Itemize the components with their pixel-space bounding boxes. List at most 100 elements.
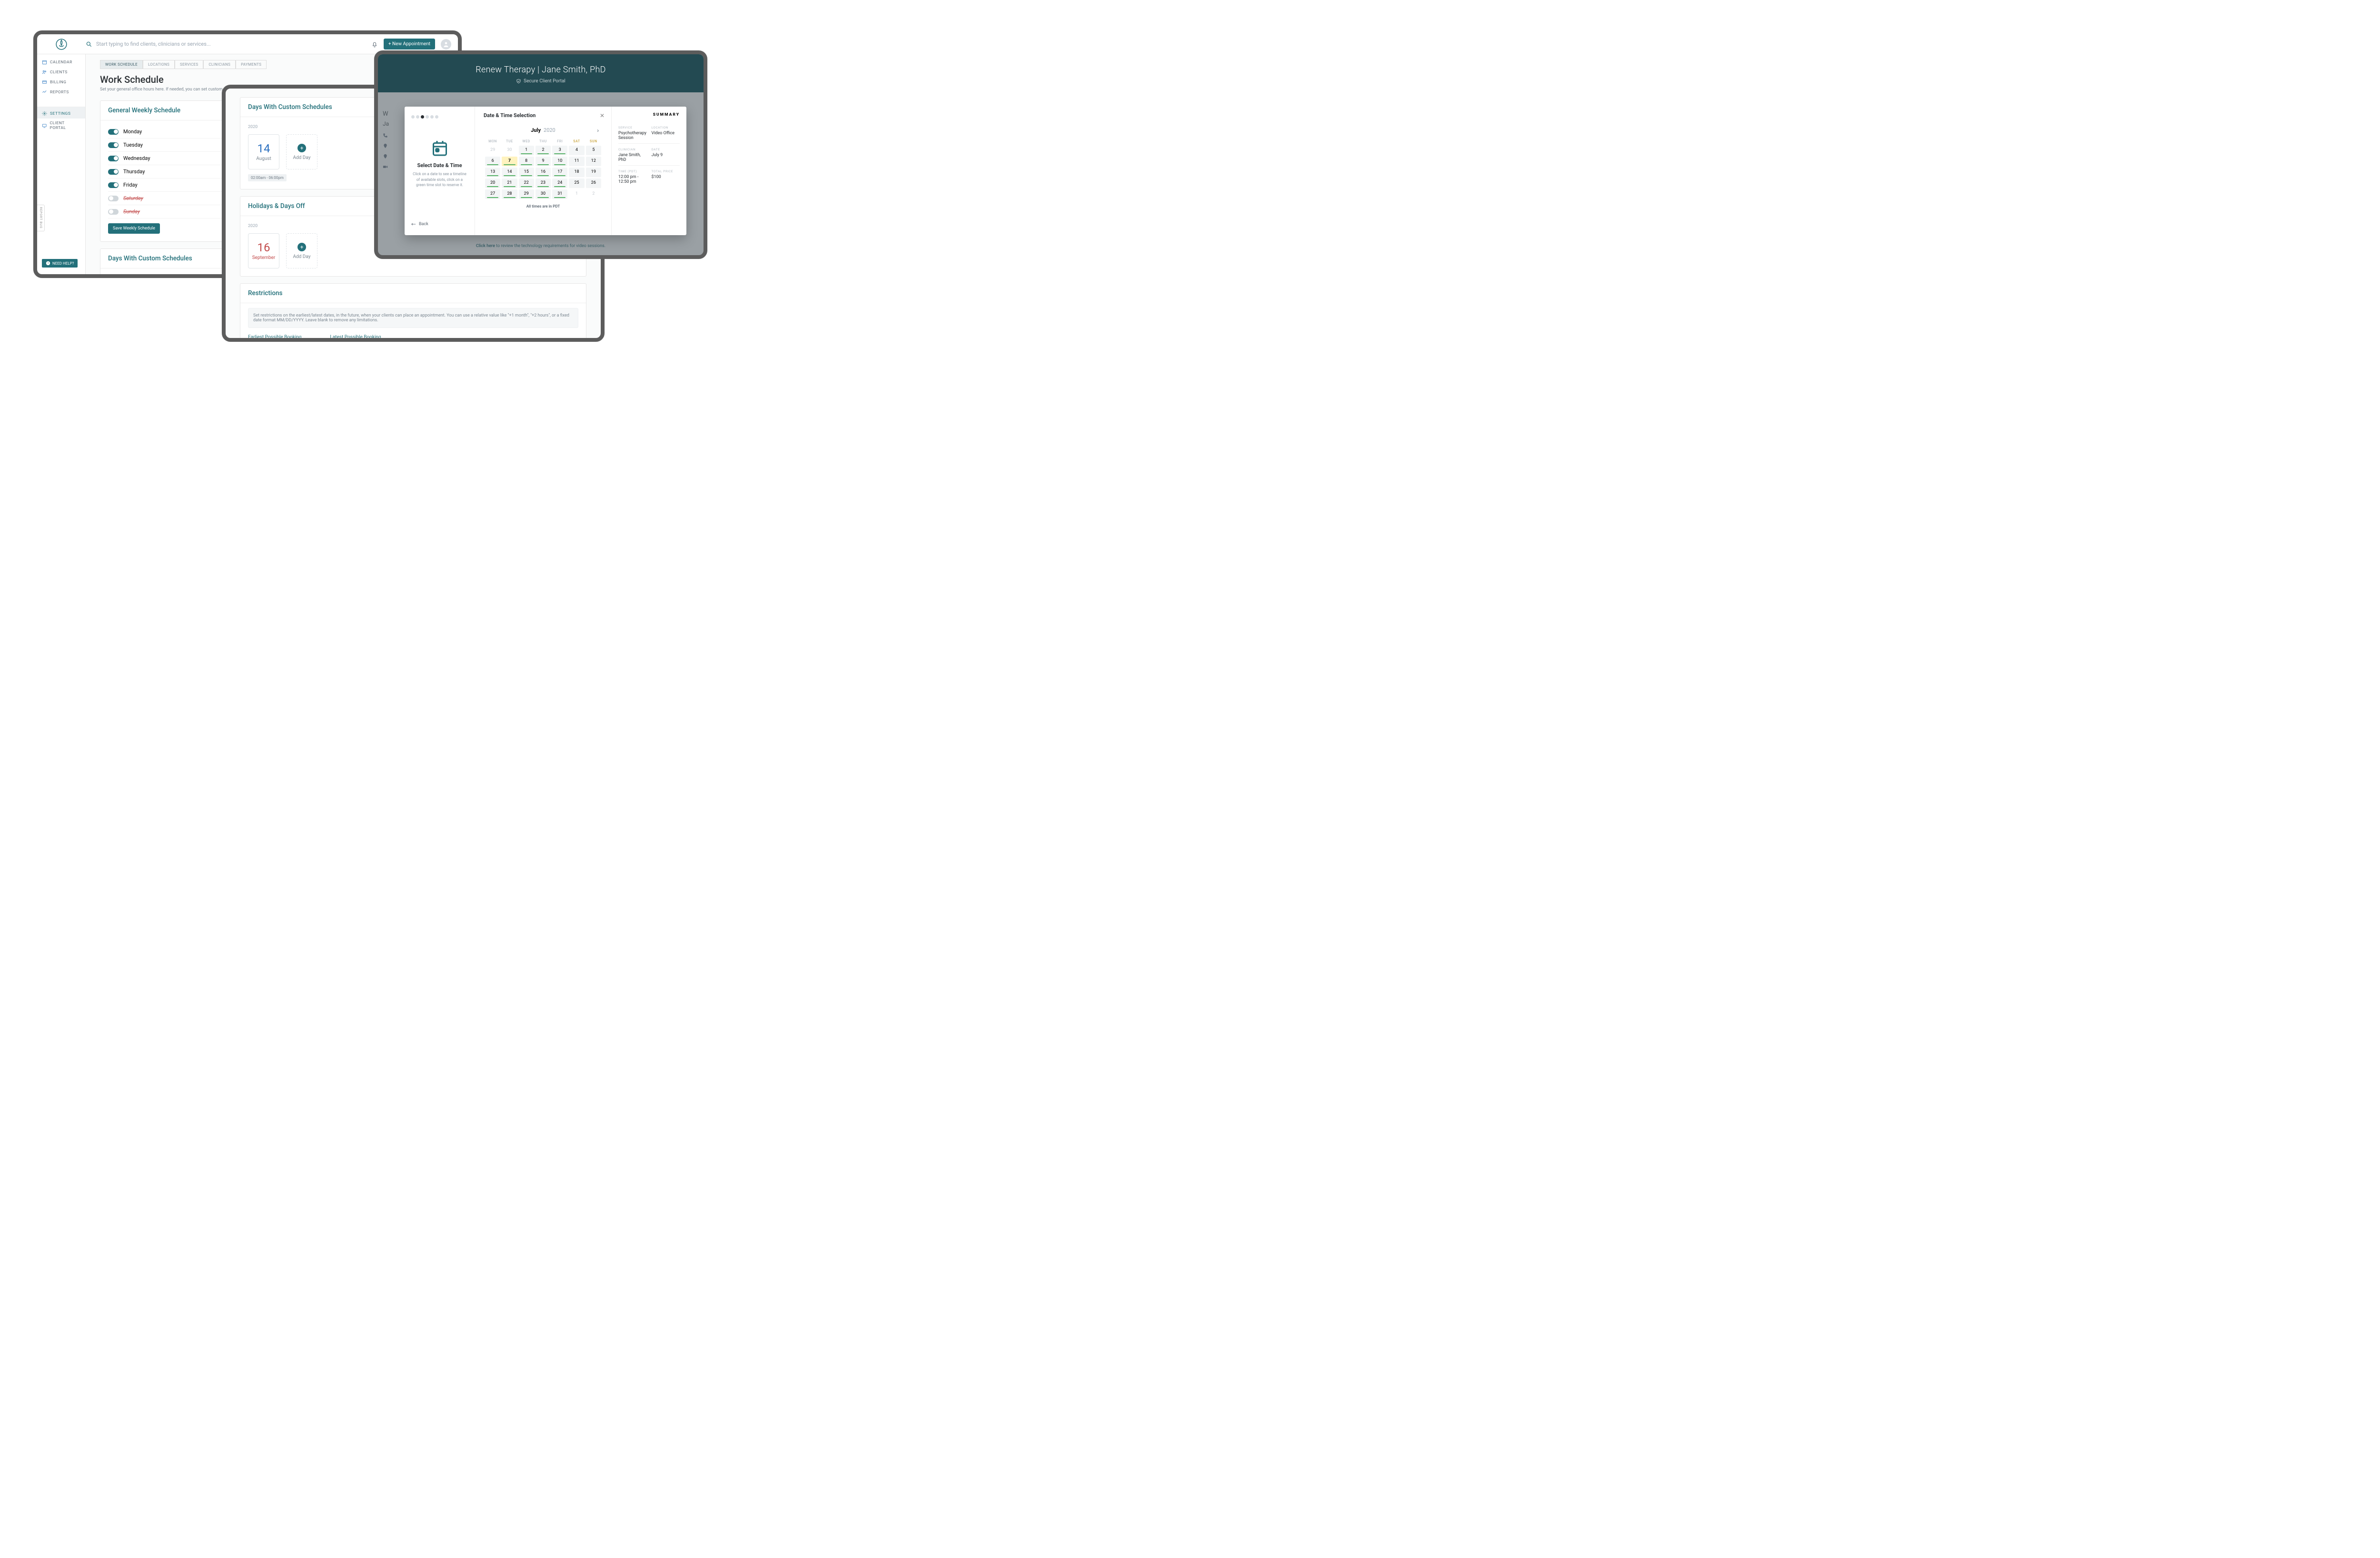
month-selector: July 2020 › <box>484 127 603 133</box>
add-day-chip[interactable]: + Add Day <box>286 134 317 169</box>
dow-header: MON <box>485 139 500 144</box>
client-portal-window: Renew Therapy | Jane Smith, PhD Secure C… <box>374 50 707 259</box>
search-icon <box>86 41 92 48</box>
calendar-day[interactable]: 17 <box>552 168 567 177</box>
app-logo <box>37 38 86 50</box>
bell-icon[interactable] <box>371 41 378 48</box>
dow-header: SUN <box>586 139 601 144</box>
day-toggle[interactable] <box>108 196 119 201</box>
timezone-note: All times are in PDT <box>484 204 603 208</box>
arrow-left-icon <box>411 222 416 226</box>
day-toggle[interactable] <box>108 182 119 188</box>
plus-icon: + <box>298 243 306 251</box>
calendar-day[interactable]: 10 <box>552 157 567 166</box>
day-name: Tuesday <box>123 142 143 148</box>
custom-day-chip[interactable]: 14 August <box>248 134 279 169</box>
search-input[interactable]: Start typing to find clients, clinicians… <box>86 41 371 48</box>
calendar-day[interactable]: 8 <box>519 157 534 166</box>
calendar-day[interactable]: 29 <box>519 189 534 199</box>
day-toggle[interactable] <box>108 129 119 135</box>
tech-requirements-link[interactable]: Click here to review the technology requ… <box>378 241 704 251</box>
tab-clinicians[interactable]: CLINICIANS <box>203 60 236 69</box>
modal-left-panel: Select Date & Time Click on a date to se… <box>405 107 475 235</box>
latest-booking-field[interactable]: Latest Possible Booking +3 months <box>330 335 381 342</box>
calendar-day[interactable]: 31 <box>552 189 567 199</box>
holiday-chip[interactable]: 16 September <box>248 233 279 268</box>
add-day-chip[interactable]: + Add Day <box>286 233 317 268</box>
day-toggle[interactable] <box>108 169 119 175</box>
phone-icon <box>383 133 388 138</box>
card-restrictions: Restrictions Set restrictions on the ear… <box>240 283 586 342</box>
portal-title: Renew Therapy | Jane Smith, PhD <box>378 65 704 75</box>
calendar-day[interactable]: 27 <box>485 189 500 199</box>
calendar-day[interactable]: 22 <box>519 179 534 188</box>
tab-services[interactable]: SERVICES <box>175 60 203 69</box>
day-toggle[interactable] <box>108 142 119 148</box>
earliest-booking-field[interactable]: Earliest Possible Booking +1 hour <box>248 335 301 342</box>
sidebar-item-clients[interactable]: CLIENTS <box>37 67 85 77</box>
calendar-day: 29 <box>485 146 500 155</box>
close-button[interactable]: ✕ <box>600 112 605 119</box>
year-label: 2020 <box>544 127 555 133</box>
tab-work-schedule[interactable]: WORK SCHEDULE <box>100 60 143 69</box>
calendar-day[interactable]: 6 <box>485 157 500 166</box>
restrictions-info: Set restrictions on the earliest/latest … <box>248 308 578 328</box>
sidebar-item-reports[interactable]: REPORTS <box>37 87 85 97</box>
calendar-day[interactable]: 3 <box>552 146 567 155</box>
calendar-day[interactable]: 16 <box>536 168 551 177</box>
calendar-day[interactable]: 5 <box>586 146 601 155</box>
calendar-day[interactable]: 23 <box>536 179 551 188</box>
calendar-day[interactable]: 2 <box>536 146 551 155</box>
summary-value: July 9 <box>652 153 680 158</box>
day-toggle[interactable] <box>108 209 119 215</box>
calendar-day[interactable]: 28 <box>502 189 517 199</box>
sidebar-item-billing[interactable]: BILLING <box>37 77 85 87</box>
need-help-button[interactable]: ?NEED HELP? <box>42 259 78 268</box>
calendar-day[interactable]: 15 <box>519 168 534 177</box>
sidebar-item-settings[interactable]: SETTINGS <box>37 107 85 119</box>
back-button[interactable]: Back <box>411 222 428 227</box>
summary-label: LOCATION <box>652 126 680 129</box>
calendar-day[interactable]: 20 <box>485 179 500 188</box>
calendar-day[interactable]: 11 <box>569 157 584 166</box>
add-day-label: Add Day <box>293 155 311 160</box>
save-schedule-button[interactable]: Save Weekly Schedule <box>108 223 160 234</box>
summary-value: 12:00 pm - 12:50 pm <box>618 175 647 184</box>
sidebar-item-calendar[interactable]: CALENDAR <box>37 57 85 67</box>
sidebar-item-portal[interactable]: CLIENT PORTAL <box>37 119 85 133</box>
calendar-day[interactable]: 9 <box>536 157 551 166</box>
calendar-day[interactable]: 24 <box>552 179 567 188</box>
avatar[interactable] <box>441 39 451 50</box>
calendar-day[interactable]: 18 <box>569 168 584 177</box>
new-appointment-button[interactable]: + New Appointment <box>384 39 435 50</box>
tab-locations[interactable]: LOCATIONS <box>143 60 175 69</box>
calendar-day[interactable]: 7 <box>502 157 517 166</box>
calendar-day[interactable]: 13 <box>485 168 500 177</box>
booking-modal: Select Date & Time Click on a date to se… <box>405 107 686 235</box>
calendar-day[interactable]: 4 <box>569 146 584 155</box>
calendar-day[interactable]: 30 <box>536 189 551 199</box>
calendar-day[interactable]: 19 <box>586 168 601 177</box>
monitor-icon <box>42 123 47 129</box>
summary-row: TIME (PDT)12:00 pm - 12:50 pmTOTAL PRICE… <box>618 165 680 187</box>
panel-title: Date & Time Selection <box>484 112 603 119</box>
next-month-button[interactable]: › <box>597 127 599 134</box>
gear-icon <box>42 111 47 116</box>
calendar-day[interactable]: 12 <box>586 157 601 166</box>
tab-payments[interactable]: PAYMENTS <box>236 60 267 69</box>
summary-label: TOTAL PRICE <box>652 169 680 173</box>
dow-header: WED <box>519 139 534 144</box>
report-bug-tab[interactable]: REPORT BUG <box>37 205 45 231</box>
summary-panel: SUMMARY SERVICEPsychotherapy SessionLOCA… <box>611 107 686 235</box>
calendar-day[interactable]: 25 <box>569 179 584 188</box>
location-icon <box>383 154 388 159</box>
reports-icon <box>42 89 47 95</box>
calendar-day[interactable]: 1 <box>519 146 534 155</box>
portal-subtitle: Secure Client Portal <box>378 79 704 84</box>
day-toggle[interactable] <box>108 156 119 161</box>
calendar-day[interactable]: 14 <box>502 168 517 177</box>
calendar-day[interactable]: 21 <box>502 179 517 188</box>
billing-icon <box>42 79 47 85</box>
calendar-day[interactable]: 26 <box>586 179 601 188</box>
time-range-tag[interactable]: 02:00am - 06:00pm <box>248 174 287 181</box>
